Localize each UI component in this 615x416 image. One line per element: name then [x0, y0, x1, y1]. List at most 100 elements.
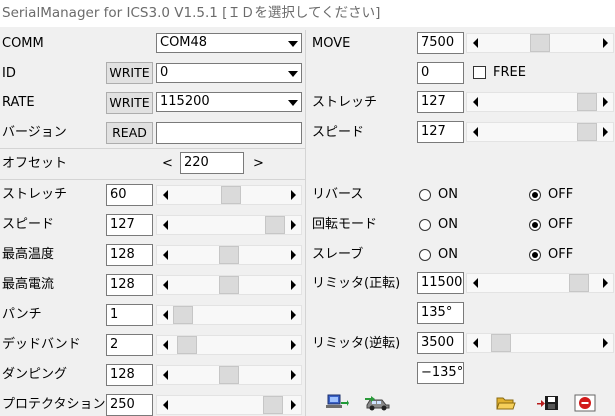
param-field[interactable]: 60: [106, 184, 153, 206]
scroll-right-arrow-icon[interactable]: [285, 246, 301, 264]
move-scrollbar[interactable]: [466, 33, 614, 53]
r-stretch-field[interactable]: 127: [417, 91, 464, 113]
off-radio[interactable]: [529, 189, 541, 201]
scroll-left-arrow-icon[interactable]: [157, 396, 173, 414]
folder-open-icon[interactable]: [496, 395, 516, 411]
scroll-right-arrow-icon[interactable]: [285, 366, 301, 384]
scroll-thumb[interactable]: [221, 186, 241, 204]
r-speed-label: スピード: [312, 125, 365, 140]
move2-field[interactable]: 0: [417, 62, 464, 84]
r-speed-field[interactable]: 127: [417, 121, 464, 143]
param-label: 最高電流: [2, 277, 55, 292]
limit-fwd-field[interactable]: 11500: [417, 272, 464, 294]
chevron-down-icon[interactable]: [284, 64, 301, 82]
scroll-right-arrow-icon[interactable]: [285, 336, 301, 354]
scroll-left-arrow-icon[interactable]: [157, 306, 173, 324]
offset-label: オフセット: [2, 156, 68, 171]
limit-fwd-scrollbar[interactable]: [466, 273, 614, 293]
param-scrollbar[interactable]: [156, 395, 302, 415]
param-scrollbar[interactable]: [156, 335, 302, 355]
scroll-left-arrow-icon[interactable]: [467, 334, 483, 352]
stop-icon[interactable]: [574, 394, 596, 412]
chevron-down-icon[interactable]: [284, 93, 301, 111]
version-label: バージョン: [2, 125, 67, 140]
scroll-thumb[interactable]: [173, 306, 193, 324]
param-field[interactable]: 1: [106, 304, 153, 326]
scroll-left-arrow-icon[interactable]: [157, 366, 173, 384]
param-field[interactable]: 127: [106, 214, 153, 236]
chevron-down-icon[interactable]: [284, 34, 301, 52]
scroll-left-arrow-icon[interactable]: [157, 276, 173, 294]
serial-connect-icon[interactable]: [325, 394, 349, 412]
limit-rev-scrollbar[interactable]: [466, 333, 614, 353]
save-icon[interactable]: [537, 394, 559, 412]
r-stretch-scrollbar[interactable]: [466, 92, 614, 112]
rate-value: 115200: [160, 94, 210, 109]
scroll-right-arrow-icon[interactable]: [597, 334, 613, 352]
on-radio[interactable]: [419, 249, 431, 261]
scroll-right-arrow-icon[interactable]: [285, 396, 301, 414]
scroll-left-arrow-icon[interactable]: [157, 186, 173, 204]
scroll-left-arrow-icon[interactable]: [157, 336, 173, 354]
scroll-thumb[interactable]: [219, 366, 239, 384]
param-field[interactable]: 128: [106, 364, 153, 386]
scroll-thumb[interactable]: [177, 336, 197, 354]
scroll-left-arrow-icon[interactable]: [467, 274, 483, 292]
rate-select[interactable]: 115200: [156, 92, 302, 112]
scroll-thumb[interactable]: [491, 334, 511, 352]
off-label: OFF: [548, 247, 574, 262]
scroll-thumb[interactable]: [265, 216, 285, 234]
param-field[interactable]: 250: [106, 394, 153, 416]
scroll-left-arrow-icon[interactable]: [467, 34, 483, 52]
car-icon[interactable]: [365, 394, 391, 412]
off-radio[interactable]: [529, 249, 541, 261]
offset-increment[interactable]: >: [253, 154, 264, 174]
param-scrollbar[interactable]: [156, 185, 302, 205]
scroll-right-arrow-icon[interactable]: [285, 216, 301, 234]
scroll-thumb[interactable]: [577, 123, 597, 141]
scroll-right-arrow-icon[interactable]: [285, 306, 301, 324]
scroll-left-arrow-icon[interactable]: [467, 93, 483, 111]
scroll-left-arrow-icon[interactable]: [157, 246, 173, 264]
scroll-left-arrow-icon[interactable]: [157, 216, 173, 234]
scroll-right-arrow-icon[interactable]: [597, 34, 613, 52]
scroll-left-arrow-icon[interactable]: [467, 123, 483, 141]
offset-field[interactable]: 220: [180, 152, 244, 174]
on-radio[interactable]: [419, 189, 431, 201]
id-select[interactable]: 0: [156, 63, 302, 83]
off-radio[interactable]: [529, 219, 541, 231]
id-write-button[interactable]: WRITE: [106, 62, 153, 84]
scroll-right-arrow-icon[interactable]: [597, 274, 613, 292]
param-scrollbar[interactable]: [156, 215, 302, 235]
on-label: ON: [438, 217, 458, 232]
scroll-thumb[interactable]: [219, 276, 239, 294]
param-scrollbar[interactable]: [156, 365, 302, 385]
off-label: OFF: [548, 187, 574, 202]
param-field[interactable]: 2: [106, 334, 153, 356]
param-scrollbar[interactable]: [156, 275, 302, 295]
scroll-thumb[interactable]: [263, 396, 283, 414]
scroll-right-arrow-icon[interactable]: [285, 276, 301, 294]
free-checkbox[interactable]: [473, 66, 486, 79]
param-field[interactable]: 128: [106, 244, 153, 266]
on-radio[interactable]: [419, 219, 431, 231]
rate-write-button[interactable]: WRITE: [106, 92, 153, 114]
move-field[interactable]: 7500: [417, 32, 464, 54]
scroll-thumb[interactable]: [530, 34, 550, 52]
scroll-right-arrow-icon[interactable]: [597, 93, 613, 111]
scroll-thumb[interactable]: [569, 274, 589, 292]
scroll-right-arrow-icon[interactable]: [597, 123, 613, 141]
param-field[interactable]: 128: [106, 274, 153, 296]
r-speed-scrollbar[interactable]: [466, 122, 614, 142]
param-scrollbar[interactable]: [156, 305, 302, 325]
offset-top-divider: [0, 148, 305, 149]
offset-decrement[interactable]: <: [162, 154, 173, 174]
scroll-thumb[interactable]: [219, 246, 239, 264]
scroll-thumb[interactable]: [577, 93, 597, 111]
comm-select[interactable]: COM48: [156, 33, 302, 53]
limit-rev-field[interactable]: 3500: [417, 332, 464, 354]
param-scrollbar[interactable]: [156, 245, 302, 265]
version-read-button[interactable]: READ: [106, 122, 153, 144]
scroll-right-arrow-icon[interactable]: [285, 186, 301, 204]
version-field[interactable]: [156, 122, 302, 144]
